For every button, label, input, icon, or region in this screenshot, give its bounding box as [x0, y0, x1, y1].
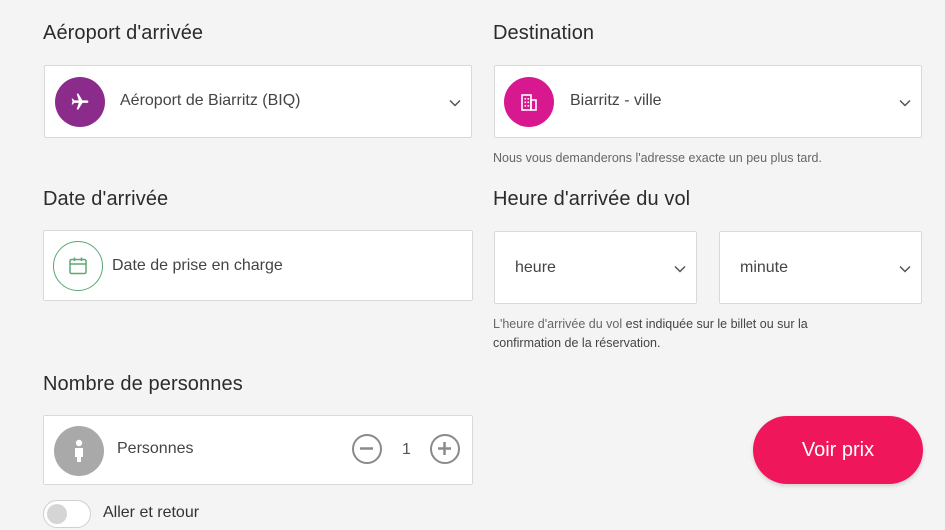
- decrement-button[interactable]: [352, 434, 382, 464]
- arrival-airport-value: Aéroport de Biarritz (BIQ): [120, 92, 301, 109]
- airplane-icon: [55, 77, 105, 127]
- chevron-down-icon: [899, 265, 911, 273]
- hour-placeholder: heure: [515, 259, 556, 276]
- flight-time-hint-part1: L'heure d'arrivée du vol: [493, 317, 626, 331]
- flight-time-label: Heure d'arrivée du vol: [493, 188, 691, 210]
- arrival-date-input[interactable]: Date de prise en charge: [43, 230, 473, 301]
- flight-time-hint-part2: est indiquée sur le billet ou sur la: [625, 317, 808, 331]
- passengers-label: Nombre de personnes: [43, 373, 243, 395]
- increment-button[interactable]: [430, 434, 460, 464]
- arrival-airport-select[interactable]: Aéroport de Biarritz (BIQ): [44, 65, 472, 138]
- flight-time-hint-part3: confirmation de la réservation.: [493, 336, 661, 350]
- arrival-date-label: Date d'arrivée: [43, 188, 169, 210]
- toggle-knob: [47, 504, 67, 524]
- passengers-field: Personnes 1: [43, 415, 473, 485]
- arrival-date-placeholder: Date de prise en charge: [112, 257, 283, 274]
- chevron-down-icon: [899, 99, 911, 107]
- person-icon: [54, 426, 104, 476]
- see-price-button[interactable]: Voir prix: [753, 416, 923, 484]
- round-trip-label: Aller et retour: [103, 504, 200, 521]
- destination-label: Destination: [493, 22, 595, 44]
- destination-hint: Nous vous demanderons l'adresse exacte u…: [493, 151, 822, 165]
- minute-placeholder: minute: [740, 259, 789, 276]
- chevron-down-icon: [449, 99, 461, 107]
- arrival-airport-label: Aéroport d'arrivée: [43, 22, 204, 44]
- minute-select[interactable]: minute: [719, 231, 922, 304]
- round-trip-toggle[interactable]: [43, 500, 91, 528]
- destination-value: Biarritz - ville: [570, 92, 662, 109]
- destination-select[interactable]: Biarritz - ville: [494, 65, 922, 138]
- chevron-down-icon: [674, 265, 686, 273]
- passengers-count: 1: [402, 441, 411, 458]
- plus-icon: [438, 442, 451, 455]
- passengers-field-label: Personnes: [117, 440, 194, 457]
- calendar-icon: [53, 241, 103, 291]
- flight-time-hint: L'heure d'arrivée du vol est indiquée su…: [493, 315, 808, 353]
- minus-icon: [360, 447, 373, 450]
- building-icon: [504, 77, 554, 127]
- hour-select[interactable]: heure: [494, 231, 697, 304]
